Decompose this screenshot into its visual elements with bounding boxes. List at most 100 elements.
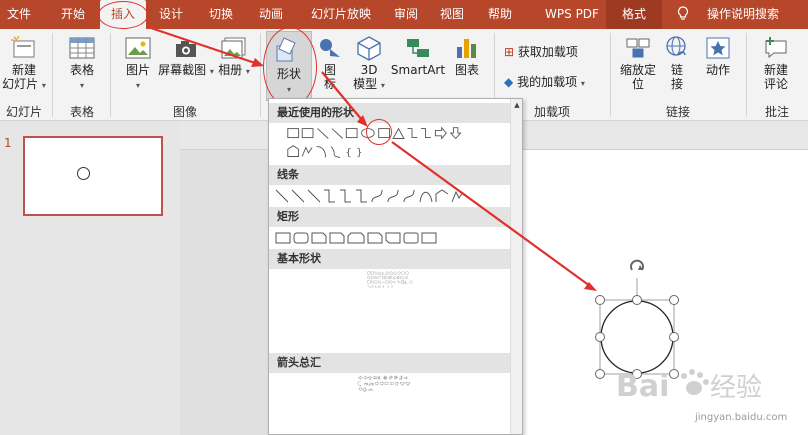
my-addins-label: 我的加载项 [517,75,578,89]
svg-text:{: { [345,148,351,159]
group-separator [52,33,53,117]
link-icon [666,36,686,56]
recent-shapes-row[interactable] [274,125,514,143]
album-icon [221,37,246,59]
zoom-button[interactable]: 缩放定 位 [618,35,658,91]
section-rectangles: 矩形 [269,207,511,227]
smartart-label: SmartArt [390,63,446,77]
chevron-down-icon: ▾ [580,79,585,88]
screenshot-button[interactable]: 屏幕截图 ▾ [158,35,214,79]
rectangles-row[interactable] [274,229,514,247]
new-slide-icon [11,36,35,58]
star-icon [706,37,730,59]
3d-model-button[interactable]: 3D 模型 ▾ [350,35,388,93]
basic-shapes-grid[interactable]: [ ] { }[ ]{} [274,271,514,289]
tab-help[interactable]: 帮助 [478,0,522,29]
link-button[interactable]: 链 接 [662,35,692,91]
tab-file[interactable]: 文件 [0,0,38,29]
recent-shapes-row-2[interactable]: {} [274,143,514,161]
table-button[interactable]: 表格 ▾ [62,35,102,93]
tab-review[interactable]: 审阅 [386,0,426,29]
new-comment-label: 新建 评论 [763,63,788,91]
group-label-slides: 幻灯片 [5,105,42,119]
svg-text:{ }: { } [375,285,379,289]
chevron-down-icon: ▾ [41,81,46,90]
action-button[interactable]: 动作 [700,35,736,77]
my-addins-button[interactable]: ◆ 我的加载项 ▾ [504,73,585,90]
table-label: 表格 [69,63,94,77]
tab-home[interactable]: 开始 [50,0,96,29]
get-addins-label: 获取加载项 [517,45,578,59]
svg-text:[: [ [380,285,381,289]
slide-thumbnail[interactable] [23,136,163,216]
slide-thumbnail-pane: 1 [0,122,180,435]
svg-text:{: { [387,285,389,289]
picture-icon [125,37,151,59]
comment-icon [765,37,787,59]
shapes-button-highlight [263,27,317,107]
3d-model-label: 3D 模型 [353,63,378,91]
section-arrows: 箭头总汇 [269,353,511,373]
tab-view[interactable]: 视图 [432,0,472,29]
tab-format[interactable]: 格式 [606,0,662,29]
thumbnail-circle-shape [77,167,90,180]
get-addins-button[interactable]: ⊞ 获取加载项 [504,43,578,60]
screenshot-label: 屏幕截图 [158,63,207,77]
new-comment-button[interactable]: 新建 评论 [756,35,796,91]
insert-tab-highlight [98,1,148,29]
group-label-tables: 表格 [69,105,94,119]
picture-label: 图片 [125,63,150,77]
new-slide-button[interactable]: 新建 幻灯片 ▾ [2,35,46,93]
chart-button[interactable]: 图表 [450,35,484,77]
tab-wps-pdf[interactable]: WPS PDF [534,0,610,29]
tell-me-search[interactable]: 操作说明搜索 [700,0,786,29]
tab-design[interactable]: 设计 [148,0,194,29]
action-label: 动作 [705,63,730,77]
group-separator [110,33,111,117]
oval-shape-highlight [366,119,392,145]
powerpoint-window: 文件 开始 插入 设计 切换 动画 幻灯片放映 审阅 视图 帮助 WPS PDF… [0,0,808,435]
album-button[interactable]: 相册 ▾ [216,35,252,79]
group-separator [260,33,261,117]
tab-transitions[interactable]: 切换 [198,0,244,29]
svg-text:}: } [356,148,362,159]
tab-slideshow[interactable]: 幻灯片放映 [300,0,382,29]
chevron-down-icon: ▾ [79,81,84,90]
chart-icon [457,39,476,58]
chart-label: 图表 [454,63,479,77]
smartart-button[interactable]: SmartArt [390,35,446,77]
lightbulb-icon [676,0,690,29]
chevron-down-icon: ▾ [245,67,250,76]
group-separator [746,33,747,117]
group-separator [610,33,611,117]
cube-icon [357,36,381,61]
zoom-label: 缩放定 位 [619,63,656,91]
svg-text:Bai: Bai [616,369,669,404]
svg-text:经验: 经验 [710,373,762,403]
chevron-down-icon: ▾ [209,67,214,76]
chevron-down-icon: ▾ [380,81,385,90]
slide-number: 1 [4,136,12,150]
shapes-gallery-dropdown: 最近使用的形状 {} 线条 矩形 基本形状 [] {} [] {} 箭头… [268,98,523,435]
icons-label: 图 标 [323,63,336,91]
link-label: 链 接 [670,63,683,91]
icons-icon [320,39,340,57]
album-label: 相册 [218,63,243,77]
gallery-scrollbar[interactable]: ▲ [510,99,522,434]
icons-button[interactable]: 图 标 [316,35,344,91]
svg-text:]: ] [383,285,384,289]
lines-row[interactable] [274,187,514,205]
camera-icon [176,41,196,57]
arrows-grid[interactable] [274,375,514,393]
watermark-site: jingyan.baidu.com [695,412,788,423]
section-recent-shapes: 最近使用的形状 [269,103,511,123]
group-label-links: 链接 [665,105,690,119]
chevron-down-icon: ▾ [135,81,140,90]
picture-button[interactable]: 图片 ▾ [118,35,158,93]
group-label-images: 图像 [172,105,197,119]
tab-animations[interactable]: 动画 [248,0,294,29]
smartart-icon [407,39,429,57]
scroll-up-icon[interactable]: ▲ [513,101,521,109]
zoom-icon [626,38,650,58]
section-lines: 线条 [269,165,511,185]
